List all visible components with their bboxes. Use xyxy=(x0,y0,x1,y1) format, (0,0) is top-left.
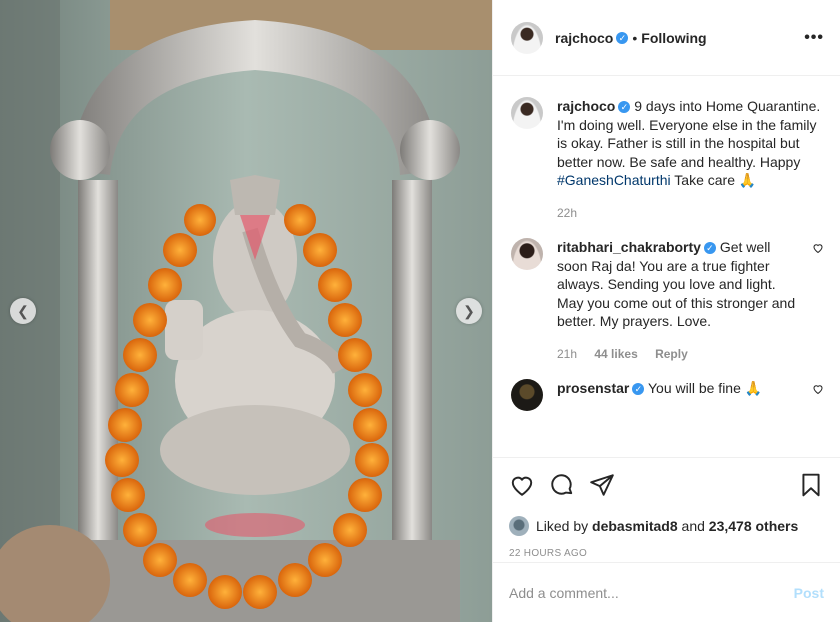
header-separator: • xyxy=(632,29,638,46)
post-side-panel: rajchoco ✓ • Following ••• rajchoco ✓ 9 d… xyxy=(492,0,840,622)
caption: rajchoco ✓ 9 days into Home Quarantine. I… xyxy=(511,97,824,222)
commenter-avatar[interactable] xyxy=(511,379,543,411)
verified-badge-icon: ✓ xyxy=(632,383,645,396)
likes-others-link[interactable]: 23,478 others xyxy=(709,518,799,534)
instagram-post: ❮ ❯ rajchoco ✓ • Following ••• rajchoco ✓… xyxy=(0,0,840,622)
following-button[interactable]: Following xyxy=(641,30,706,46)
comment-item: ritabhari_chakraborty ✓ Get well soon Raj… xyxy=(511,238,824,363)
caption-text-end: Take care 🙏 xyxy=(670,172,757,188)
comment-time[interactable]: 21h xyxy=(557,347,577,361)
liker-avatar[interactable] xyxy=(509,516,529,536)
comment-bubble-icon[interactable] xyxy=(549,472,575,498)
next-image-button[interactable]: ❯ xyxy=(456,298,482,324)
caption-username[interactable]: rajchoco xyxy=(557,98,615,114)
share-paper-plane-icon[interactable] xyxy=(589,472,615,498)
ganesh-idol-photo xyxy=(0,0,492,622)
post-header: rajchoco ✓ • Following ••• xyxy=(493,0,840,76)
comment-likes[interactable]: 44 likes xyxy=(594,347,637,361)
add-comment-bar: Post xyxy=(493,562,840,622)
liked-by-prefix: Liked by xyxy=(536,518,589,534)
comments-list[interactable]: rajchoco ✓ 9 days into Home Quarantine. I… xyxy=(493,77,840,457)
liker-username[interactable]: debasmitad8 xyxy=(592,518,678,534)
comment-text: You will be fine 🙏 xyxy=(648,380,763,396)
commenter-username[interactable]: ritabhari_chakraborty xyxy=(557,239,701,255)
verified-badge-icon: ✓ xyxy=(618,101,631,114)
previous-image-button[interactable]: ❮ xyxy=(10,298,36,324)
author-username[interactable]: rajchoco xyxy=(555,30,613,46)
reply-button[interactable]: Reply xyxy=(655,347,688,361)
post-timestamp[interactable]: 22 HOURS AGO xyxy=(509,548,824,559)
chevron-left-icon: ❮ xyxy=(17,302,29,319)
caption-time[interactable]: 22h xyxy=(557,206,577,220)
post-comment-button[interactable]: Post xyxy=(794,585,824,601)
author-avatar[interactable] xyxy=(511,21,543,54)
verified-badge-icon: ✓ xyxy=(616,31,629,44)
save-bookmark-icon[interactable] xyxy=(798,472,824,498)
verified-badge-icon: ✓ xyxy=(703,242,716,255)
comment-input[interactable] xyxy=(509,584,794,601)
hashtag-link[interactable]: #GaneshChaturthi xyxy=(557,172,671,188)
post-actions: Liked by debasmitad8 and 23,478 others 2… xyxy=(493,457,840,559)
commenter-username[interactable]: prosenstar xyxy=(557,380,629,396)
like-comment-heart-icon[interactable] xyxy=(812,242,824,254)
likes-summary: Liked by debasmitad8 and 23,478 others xyxy=(509,516,824,536)
more-options-icon[interactable]: ••• xyxy=(804,29,824,47)
post-media[interactable]: ❮ ❯ xyxy=(0,0,492,622)
caption-author-avatar[interactable] xyxy=(511,97,543,129)
commenter-avatar[interactable] xyxy=(511,238,543,270)
like-heart-icon[interactable] xyxy=(509,472,535,498)
likes-conjunction: and xyxy=(677,518,709,534)
like-comment-heart-icon[interactable] xyxy=(812,383,824,395)
comment-item: prosenstar ✓ You will be fine 🙏 xyxy=(511,379,824,411)
chevron-right-icon: ❯ xyxy=(463,302,475,319)
